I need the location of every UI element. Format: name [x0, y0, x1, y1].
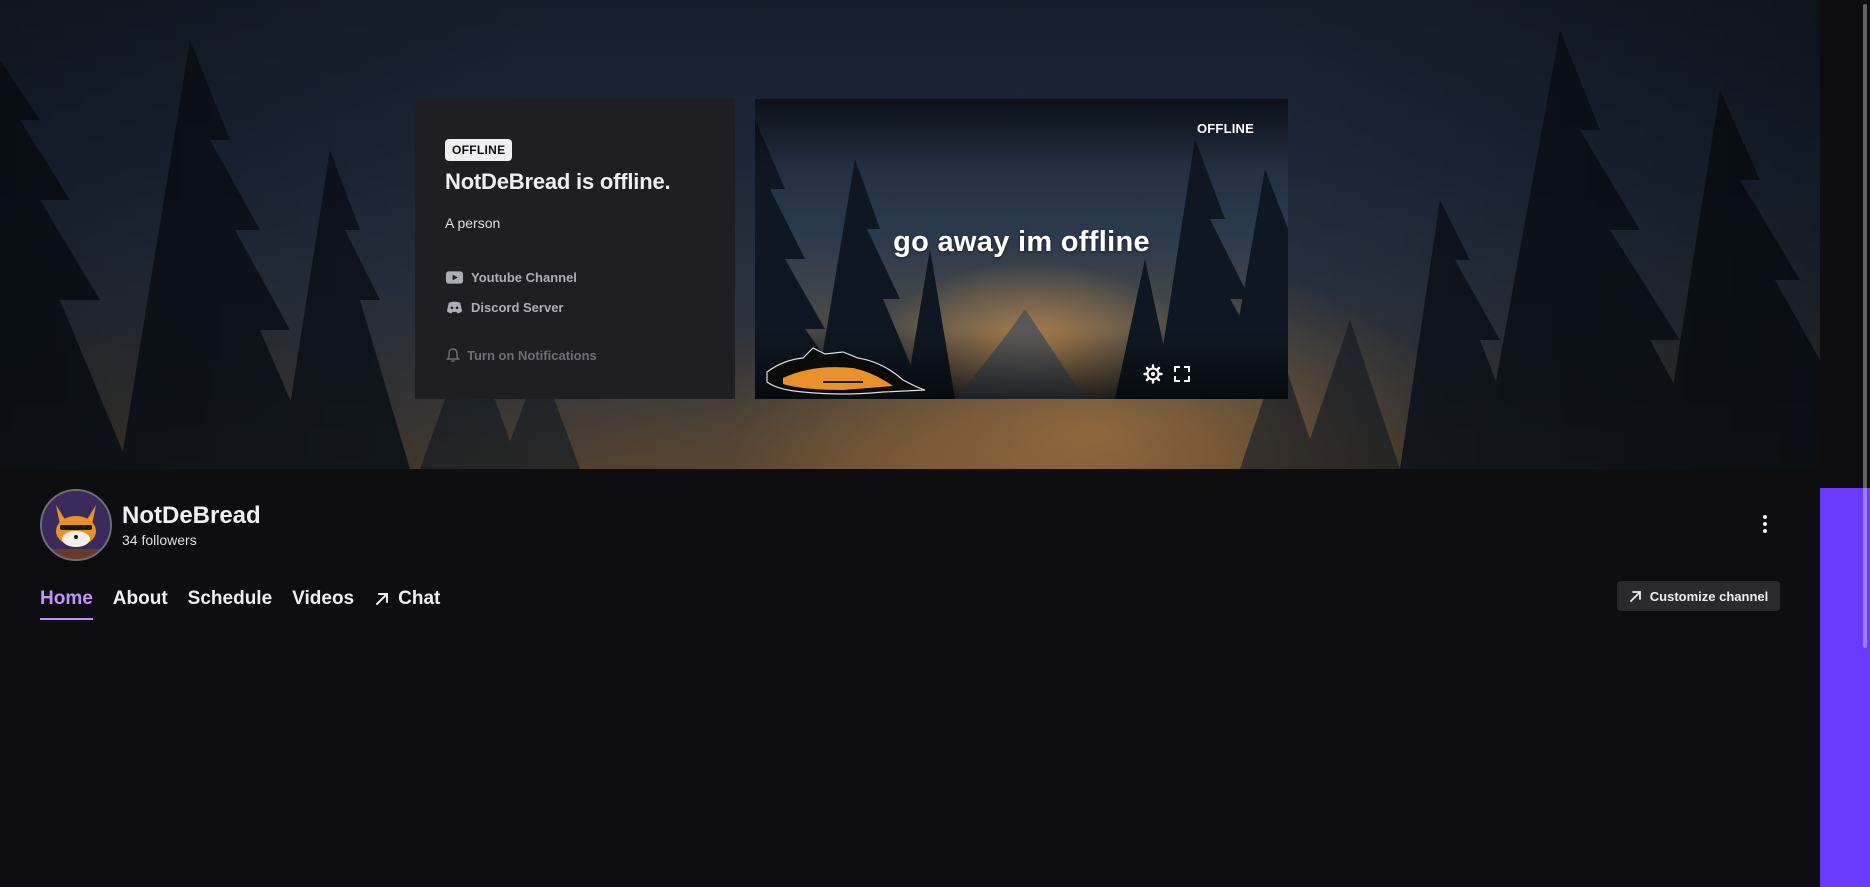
- tab-home[interactable]: Home: [40, 588, 93, 620]
- discord-icon: [446, 301, 463, 313]
- fox-avatar-icon: [42, 491, 110, 559]
- discord-server-link[interactable]: Discord Server: [445, 297, 705, 317]
- discord-server-label: Discord Server: [471, 299, 564, 315]
- tab-schedule[interactable]: Schedule: [188, 588, 272, 620]
- turn-on-notifications-button[interactable]: Turn on Notifications: [445, 347, 597, 363]
- scrollbar-thumb[interactable]: [1863, 4, 1867, 648]
- panel-links: Youtube Channel Discord Server: [445, 267, 705, 317]
- follower-count: 34 followers: [122, 532, 197, 548]
- more-options-button[interactable]: [1754, 510, 1776, 538]
- fox-sticker-icon: [766, 347, 926, 395]
- channel-page: OFFLINE NotDeBread is offline. A person …: [0, 0, 1870, 887]
- vertical-dots-icon: [1763, 515, 1767, 533]
- tab-videos[interactable]: Videos: [292, 588, 354, 620]
- customize-channel-button[interactable]: Customize channel: [1617, 581, 1780, 611]
- tab-schedule-label: Schedule: [187, 588, 273, 609]
- bell-icon: [446, 348, 460, 362]
- youtube-channel-link[interactable]: Youtube Channel: [445, 267, 705, 287]
- youtube-icon: [445, 270, 464, 284]
- offline-title: NotDeBread is offline.: [445, 169, 671, 194]
- video-player[interactable]: OFFLINE go away im offline: [755, 99, 1288, 399]
- tab-about-label: About: [112, 588, 168, 609]
- notifications-label: Turn on Notifications: [467, 347, 597, 363]
- tab-home-label: Home: [40, 588, 93, 609]
- channel-banner: OFFLINE NotDeBread is offline. A person …: [0, 0, 1820, 469]
- fullscreen-icon: [1174, 366, 1190, 382]
- channel-description: A person: [445, 215, 501, 231]
- player-settings-button[interactable]: [1143, 364, 1163, 384]
- tab-chat[interactable]: Chat: [374, 588, 440, 620]
- customize-channel-label: Customize channel: [1649, 588, 1769, 604]
- tab-about[interactable]: About: [113, 588, 168, 620]
- player-offline-label: OFFLINE: [1196, 121, 1254, 136]
- youtube-channel-label: Youtube Channel: [471, 269, 577, 285]
- channel-profile-area: [0, 469, 1820, 887]
- offline-badge: OFFLINE: [445, 139, 513, 161]
- external-arrow-icon: [376, 593, 389, 605]
- avatar[interactable]: [40, 489, 112, 561]
- tab-videos-label: Videos: [292, 588, 355, 609]
- gear-icon: [1143, 364, 1163, 384]
- offline-message: go away im offline: [893, 226, 1150, 258]
- channel-name[interactable]: NotDeBread: [122, 502, 261, 530]
- offline-info-card: OFFLINE NotDeBread is offline. A person …: [415, 99, 735, 399]
- player-fullscreen-button[interactable]: [1172, 364, 1192, 384]
- channel-tabs: Home About Schedule Videos Chat: [40, 588, 440, 622]
- external-arrow-icon: [1629, 590, 1641, 602]
- tab-chat-label: Chat: [398, 588, 441, 609]
